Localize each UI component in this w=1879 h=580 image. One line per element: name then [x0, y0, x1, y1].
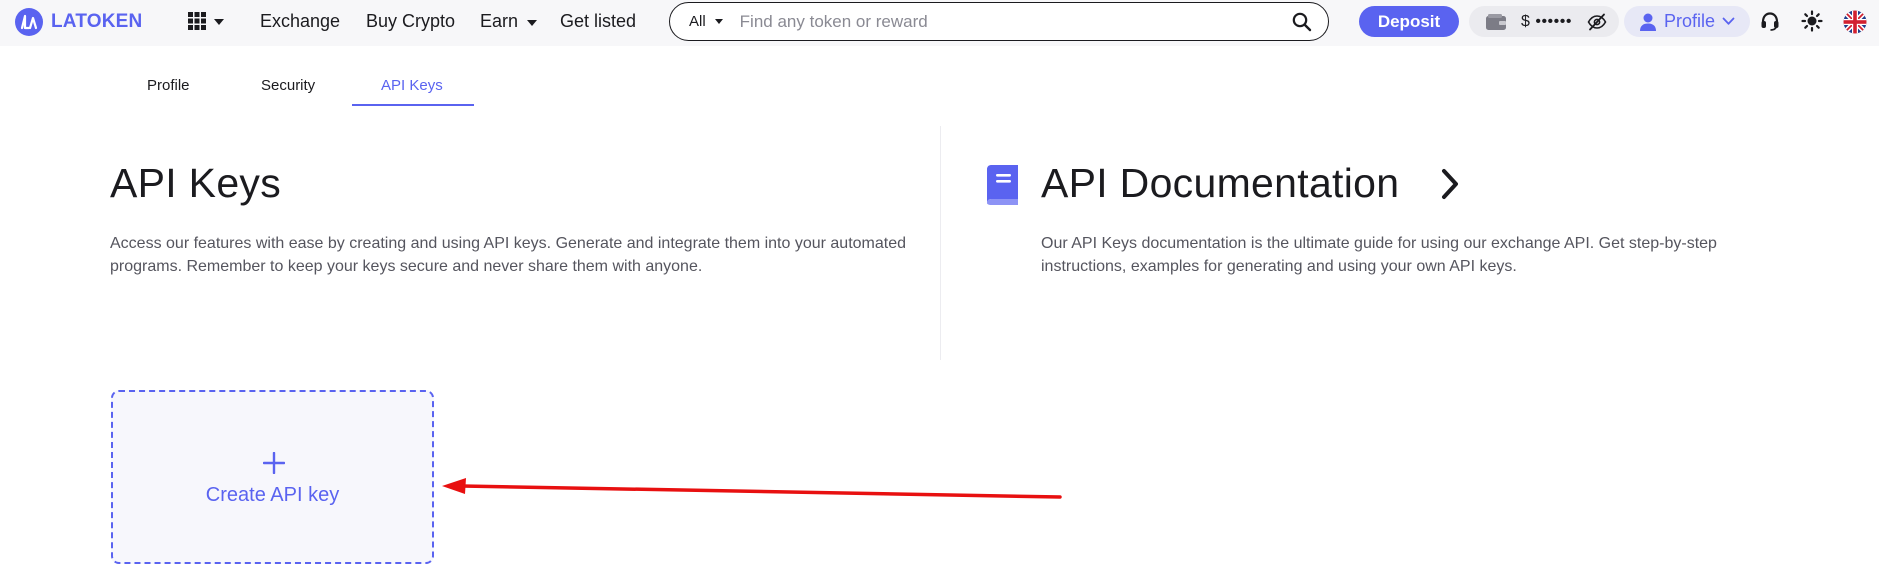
nav-get-listed[interactable]: Get listed [560, 11, 636, 32]
nav-earn[interactable]: Earn [480, 11, 538, 32]
api-keys-description: Access our features with ease by creatin… [110, 235, 907, 275]
chevron-down-icon [214, 19, 224, 25]
nav-exchange[interactable]: Exchange [260, 11, 340, 32]
support-icon[interactable] [1759, 10, 1781, 32]
wallet-icon [1486, 13, 1506, 30]
tab-profile[interactable]: Profile [147, 77, 190, 94]
profile-menu-button[interactable]: Profile [1624, 6, 1750, 37]
chevron-down-icon [1722, 17, 1735, 25]
search-category-label: All [689, 13, 706, 30]
apps-menu-button[interactable] [188, 12, 224, 30]
brand-name: LATOKEN [51, 11, 143, 32]
eye-off-icon[interactable] [1587, 13, 1607, 31]
brand-logo[interactable]: LATOKEN [15, 8, 142, 36]
plus-icon [263, 452, 285, 474]
nav-buy-crypto[interactable]: Buy Crypto [366, 11, 455, 32]
api-docs-title[interactable]: API Documentation [1041, 160, 1399, 207]
active-tab-indicator [352, 104, 474, 106]
balance-value: $ •••••• [1521, 12, 1572, 30]
user-icon [1640, 13, 1656, 31]
nav-earn-label: Earn [480, 11, 519, 31]
uk-flag-icon[interactable] [1843, 10, 1867, 34]
search-icon[interactable] [1292, 12, 1312, 32]
create-api-key-button[interactable]: Create API key [111, 390, 434, 564]
grid-icon [188, 12, 206, 30]
latoken-logo-icon [15, 8, 43, 36]
book-icon [987, 165, 1018, 205]
search-category-select[interactable]: All [689, 13, 723, 30]
chevron-down-icon [714, 19, 723, 24]
wallet-balance[interactable]: $ •••••• [1469, 6, 1619, 37]
tab-security[interactable]: Security [261, 77, 315, 94]
annotation-arrow [442, 478, 1062, 499]
chevron-right-icon[interactable] [1440, 168, 1460, 200]
top-navbar: LATOKEN Exchange Buy Crypto Earn Get lis… [0, 0, 1879, 46]
chevron-down-icon [527, 19, 538, 26]
section-divider [940, 126, 941, 360]
tab-api-keys[interactable]: API Keys [381, 77, 443, 94]
create-api-key-label: Create API key [205, 484, 340, 506]
search-bar: All [669, 2, 1329, 41]
search-input[interactable] [739, 11, 1280, 32]
deposit-button[interactable]: Deposit [1359, 6, 1459, 37]
profile-menu-label: Profile [1664, 11, 1716, 31]
theme-icon[interactable] [1801, 10, 1823, 32]
api-keys-title: API Keys [110, 160, 282, 206]
api-docs-description: Our API Keys documentation is the ultima… [1041, 235, 1717, 275]
